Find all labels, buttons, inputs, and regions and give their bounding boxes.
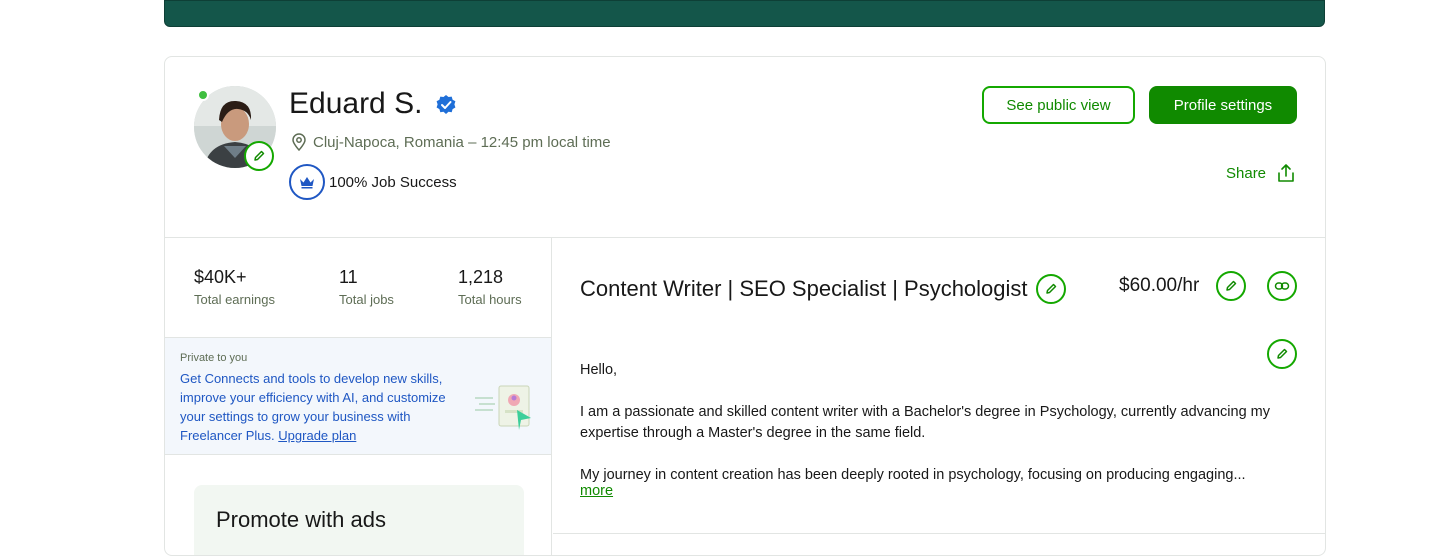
pencil-icon bbox=[1226, 280, 1237, 291]
verified-badge-icon bbox=[436, 95, 456, 114]
profile-title: Content Writer | SEO Specialist | Psycho… bbox=[580, 276, 1028, 301]
stats-row: $40K+ Total earnings 11 Total jobs 1,218… bbox=[165, 238, 551, 338]
edit-photo-button[interactable] bbox=[244, 141, 274, 171]
profile-name: Eduard S. bbox=[289, 87, 423, 120]
section-divider bbox=[553, 533, 1325, 534]
pencil-icon bbox=[254, 150, 265, 161]
upsell-message: Get Connects and tools to develop new sk… bbox=[180, 369, 465, 445]
upgrade-plan-link[interactable]: Upgrade plan bbox=[278, 428, 356, 443]
stat-hours: 1,218 Total hours bbox=[458, 267, 522, 307]
profile-header: Eduard S. Cluj-Napoca, Romania – 12:45 p… bbox=[165, 57, 1325, 238]
edit-overview-button[interactable] bbox=[1267, 339, 1297, 369]
profile-overview-text: Hello, I am a passionate and skilled con… bbox=[580, 360, 1270, 507]
stat-earnings: $40K+ Total earnings bbox=[194, 267, 275, 307]
job-success: 100% Job Success bbox=[289, 164, 457, 200]
stat-value: 1,218 bbox=[458, 267, 504, 287]
share-label: Share bbox=[1226, 164, 1267, 182]
pencil-icon bbox=[1046, 283, 1057, 294]
top-banner bbox=[164, 0, 1325, 27]
profile-settings-button[interactable]: Profile settings bbox=[1149, 86, 1297, 124]
link-icon bbox=[1274, 282, 1290, 290]
more-link[interactable]: more bbox=[580, 483, 613, 499]
stat-label: Total jobs bbox=[339, 292, 394, 307]
location-text: Cluj-Napoca, Romania – 12:45 pm local ti… bbox=[313, 133, 611, 151]
pencil-icon bbox=[1277, 348, 1288, 359]
left-sidebar: $40K+ Total earnings 11 Total jobs 1,218… bbox=[165, 238, 552, 555]
online-status-dot bbox=[197, 89, 209, 101]
copy-link-button[interactable] bbox=[1267, 271, 1297, 301]
job-success-text: 100% Job Success bbox=[329, 173, 457, 191]
hourly-rate: $60.00/hr bbox=[1119, 275, 1200, 296]
bio-paragraph: My journey in content creation has been … bbox=[580, 467, 1246, 483]
freelancer-plus-upsell: Private to you Get Connects and tools to… bbox=[165, 338, 551, 455]
share-icon bbox=[1278, 164, 1294, 182]
bio-paragraph: I am a passionate and skilled content wr… bbox=[580, 404, 1270, 441]
profile-card: Eduard S. Cluj-Napoca, Romania – 12:45 p… bbox=[164, 56, 1326, 556]
private-heading: Private to you bbox=[180, 352, 248, 364]
stat-label: Total hours bbox=[458, 292, 522, 307]
crown-icon bbox=[300, 177, 314, 189]
location-line: Cluj-Napoca, Romania – 12:45 pm local ti… bbox=[291, 133, 611, 151]
avatar-container bbox=[194, 86, 276, 171]
stat-jobs: 11 Total jobs bbox=[339, 267, 394, 307]
promote-with-ads-card[interactable]: Promote with ads bbox=[194, 485, 524, 555]
stat-value: 11 bbox=[339, 267, 358, 287]
location-pin-icon bbox=[292, 133, 306, 151]
edit-rate-button[interactable] bbox=[1216, 271, 1246, 301]
job-success-badge bbox=[289, 164, 325, 200]
edit-title-button[interactable] bbox=[1036, 274, 1066, 304]
promote-title: Promote with ads bbox=[216, 507, 386, 532]
stat-label: Total earnings bbox=[194, 292, 275, 307]
overview-panel: Content Writer | SEO Specialist | Psycho… bbox=[553, 238, 1325, 555]
stat-value: $40K+ bbox=[194, 267, 247, 287]
share-button[interactable]: Share bbox=[1226, 163, 1296, 183]
see-public-view-button[interactable]: See public view bbox=[982, 86, 1135, 124]
promo-illustration-icon bbox=[475, 385, 531, 430]
bio-paragraph: Hello, bbox=[580, 362, 618, 378]
